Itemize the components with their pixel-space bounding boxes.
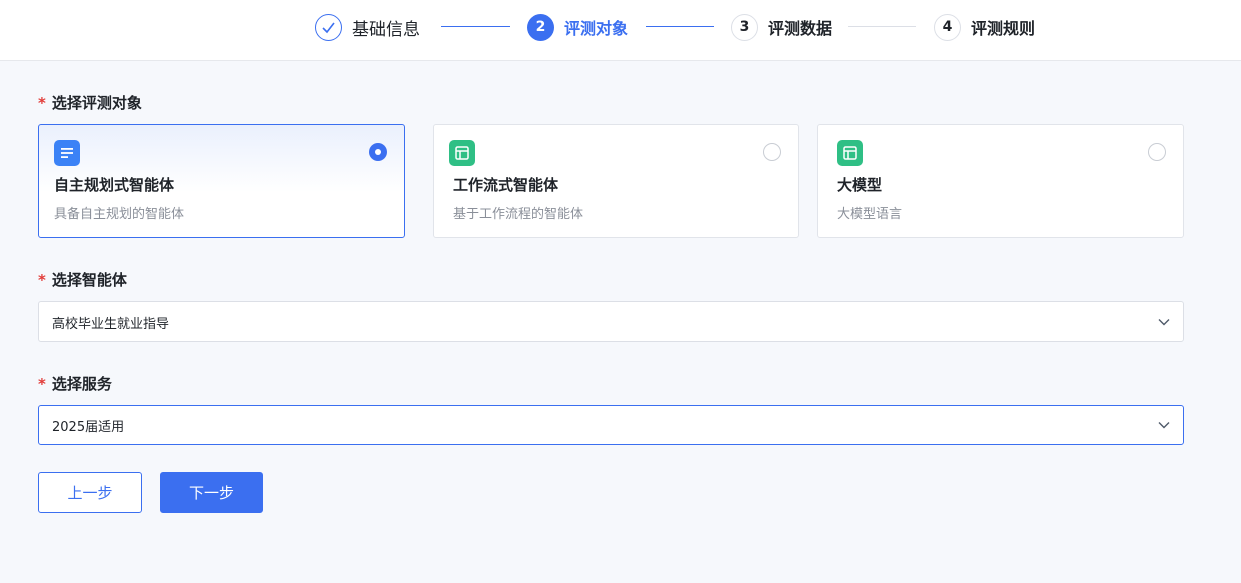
next-step-button[interactable]: 下一步 [160, 472, 263, 513]
step-eval-target[interactable]: 2 评测对象 [527, 13, 628, 41]
previous-step-button[interactable]: 上一步 [38, 472, 142, 513]
label-text: 选择评测对象 [51, 94, 142, 112]
step-number: 2 [527, 13, 554, 41]
agent-section-label: * 选择智能体 [38, 269, 127, 290]
select-value: 高校毕业生就业指导 [52, 317, 170, 332]
radio-button[interactable] [369, 143, 387, 161]
service-section-label: * 选择服务 [38, 373, 112, 394]
step-number: 4 [934, 13, 961, 41]
label-text: 选择服务 [51, 375, 112, 393]
step-label: 评测规则 [971, 19, 1036, 38]
target-option-autonomous-agent[interactable]: 自主规划式智能体 具备自主规划的智能体 [38, 124, 405, 238]
step-connector [646, 26, 714, 27]
step-connector [848, 26, 916, 27]
card-description: 具备自主规划的智能体 [54, 207, 185, 222]
step-connector [441, 26, 510, 27]
target-option-llm[interactable]: 大模型 大模型语言 [817, 124, 1184, 238]
card-title: 大模型 [837, 176, 883, 194]
layout-table-icon [449, 140, 475, 166]
document-list-icon [54, 140, 80, 166]
required-mark: * [38, 271, 46, 289]
card-title: 工作流式智能体 [453, 176, 559, 194]
radio-button[interactable] [763, 143, 781, 161]
card-description: 大模型语言 [837, 207, 903, 222]
step-number: 3 [731, 13, 758, 41]
required-mark: * [38, 375, 46, 393]
step-basic-info[interactable]: 基础信息 [315, 13, 420, 41]
card-description: 基于工作流程的智能体 [453, 207, 584, 222]
step-label: 评测对象 [564, 19, 629, 38]
target-option-workflow-agent[interactable]: 工作流式智能体 基于工作流程的智能体 [433, 124, 799, 238]
required-mark: * [38, 94, 46, 112]
card-title: 自主规划式智能体 [54, 176, 175, 194]
label-text: 选择智能体 [51, 271, 127, 289]
chevron-down-icon[interactable] [1157, 418, 1171, 432]
radio-button[interactable] [1148, 143, 1166, 161]
step-eval-rules[interactable]: 4 评测规则 [934, 13, 1035, 41]
target-section-label: * 选择评测对象 [38, 92, 142, 113]
service-select[interactable]: 2025届适用 [38, 405, 1184, 445]
agent-select[interactable]: 高校毕业生就业指导 [38, 301, 1184, 342]
stepper: 基础信息 2 评测对象 3 评测数据 4 评测规则 [0, 0, 1241, 61]
layout-table-icon [837, 140, 863, 166]
chevron-down-icon[interactable] [1157, 315, 1171, 329]
step-label: 评测数据 [768, 19, 833, 38]
check-icon [315, 13, 342, 41]
select-value: 2025届适用 [52, 420, 125, 435]
step-eval-data[interactable]: 3 评测数据 [731, 13, 832, 41]
step-label: 基础信息 [352, 19, 420, 40]
